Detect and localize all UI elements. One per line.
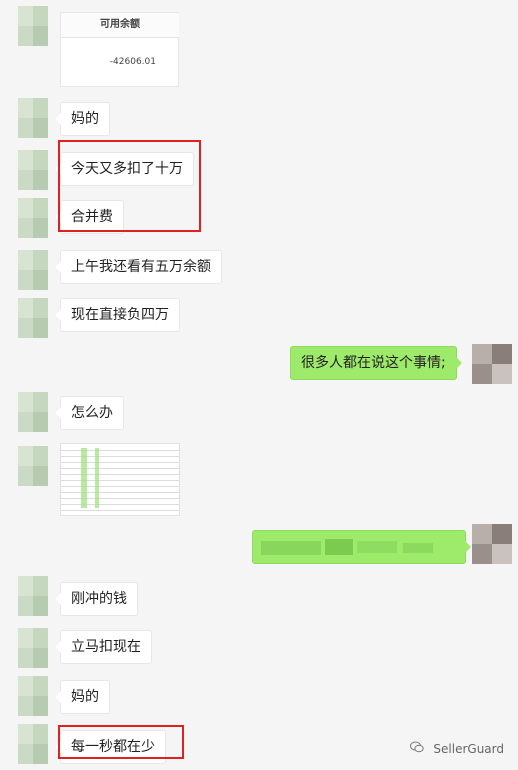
avatar-contact [18, 98, 48, 138]
message-bubble-sent-blurred[interactable] [252, 530, 471, 564]
balance-header: 可用余额 [61, 13, 179, 38]
balance-screenshot-image[interactable]: 可用余额 -42606.01 [60, 12, 179, 87]
avatar-contact [18, 628, 48, 668]
avatar-contact [18, 446, 48, 486]
message-bubble[interactable]: 立马扣现在 [55, 630, 152, 664]
message-bubble[interactable]: 刚冲的钱 [55, 582, 138, 616]
avatar-contact [18, 724, 48, 764]
message-bubble[interactable]: 上午我还看有五万余额 [55, 250, 222, 284]
avatar-contact [18, 6, 48, 46]
wechat-icon [409, 741, 428, 756]
highlight-box [58, 725, 184, 759]
message-bubble[interactable]: 妈的 [55, 680, 110, 714]
message-bubble[interactable]: 现在直接负四万 [55, 298, 180, 332]
watermark: SellerGuard [409, 741, 504, 756]
avatar-contact [18, 576, 48, 616]
message-bubble[interactable]: 妈的 [55, 102, 110, 136]
avatar-contact [18, 250, 48, 290]
message-bubble[interactable]: 怎么办 [55, 396, 124, 430]
balance-value: -42606.01 [109, 57, 156, 67]
avatar-contact [18, 676, 48, 716]
avatar-self [472, 524, 512, 564]
highlight-box [58, 140, 201, 232]
avatar-contact [18, 392, 48, 432]
spreadsheet-screenshot-image[interactable] [60, 443, 180, 516]
avatar-contact [18, 298, 48, 338]
avatar-contact [18, 150, 48, 190]
watermark-text: SellerGuard [433, 742, 504, 756]
avatar-self [472, 344, 512, 384]
avatar-contact [18, 198, 48, 238]
message-bubble-sent[interactable]: 很多人都在说这个事情; [290, 346, 462, 380]
